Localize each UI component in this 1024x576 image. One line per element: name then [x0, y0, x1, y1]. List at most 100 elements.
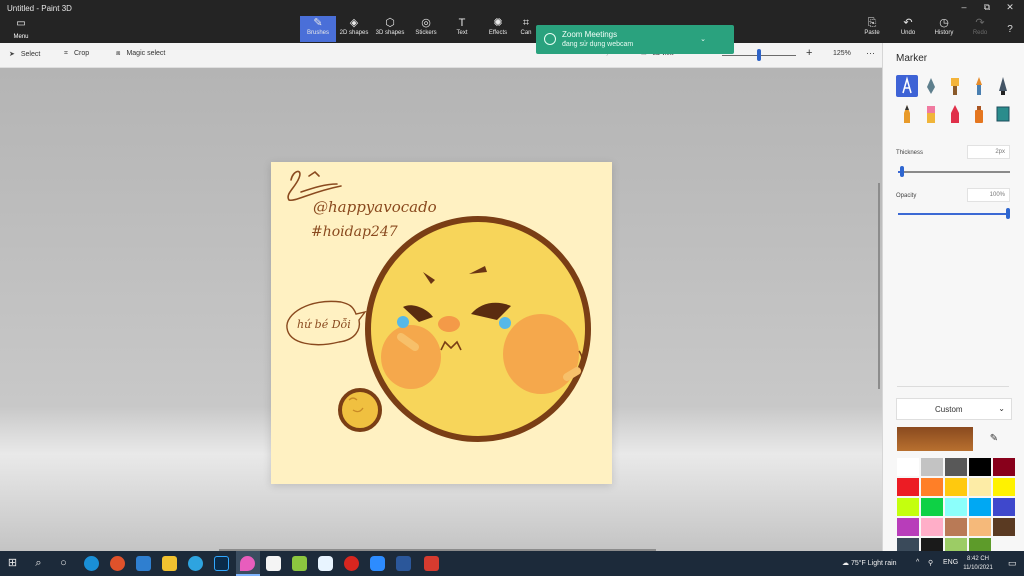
color-swatch[interactable]: [969, 518, 991, 536]
select-button[interactable]: ➤ Select: [9, 50, 40, 58]
color-swatch[interactable]: [945, 518, 967, 536]
snipping-tool-icon[interactable]: [424, 556, 439, 571]
tab-stickers[interactable]: ◎ Stickers: [408, 16, 444, 42]
fill-bucket-brush[interactable]: [992, 103, 1014, 125]
chevron-down-icon[interactable]: ⌄: [700, 35, 706, 43]
tab-brushes[interactable]: ✎ Brushes: [300, 16, 336, 42]
shapes-2d-icon: ◈: [349, 17, 359, 29]
zalo-icon[interactable]: [318, 556, 333, 571]
brush-panel: Marker Thickness 2px Opacity 100% Custom…: [882, 43, 1024, 556]
clock-time: 8:42 CH: [966, 556, 989, 562]
file-explorer-icon[interactable]: [162, 556, 177, 571]
eyedropper-icon[interactable]: ✎: [980, 429, 1008, 449]
paste-button[interactable]: ⎘ Paste: [854, 16, 890, 42]
undo-button[interactable]: ↶ Undo: [890, 16, 926, 42]
tray-expand-icon[interactable]: ^: [916, 559, 919, 566]
language-indicator[interactable]: ENG: [943, 559, 958, 566]
eraser-brush[interactable]: [920, 103, 942, 125]
current-color-swatch[interactable]: [897, 427, 973, 451]
opacity-label: Opacity: [896, 193, 917, 199]
color-swatch[interactable]: [993, 458, 1015, 476]
restore-button[interactable]: ⧉: [977, 2, 997, 13]
tab-2d-shapes[interactable]: ◈ 2D shapes: [336, 16, 372, 42]
history-button[interactable]: ◷ History: [926, 16, 962, 42]
color-swatch[interactable]: [969, 498, 991, 516]
notepad-icon[interactable]: [266, 556, 281, 571]
photoshop-icon[interactable]: [214, 556, 229, 571]
color-swatch[interactable]: [897, 498, 919, 516]
shapes-3d-icon: ⬡: [385, 17, 395, 29]
color-swatch[interactable]: [993, 478, 1015, 496]
help-icon[interactable]: ?: [1000, 24, 1020, 35]
watercolor-brush[interactable]: [968, 75, 990, 97]
notification-icon[interactable]: ▭: [1008, 558, 1017, 569]
camtasia-icon[interactable]: [292, 556, 307, 571]
color-swatch[interactable]: [969, 478, 991, 496]
menu-button[interactable]: ▭ Menu: [6, 18, 36, 40]
opacity-slider[interactable]: [898, 213, 1010, 215]
zoom-level[interactable]: 125%: [833, 50, 851, 57]
color-swatch[interactable]: [945, 498, 967, 516]
canvas-toolbar: ➤Select ⌗Crop ⧈Magic select ◌Mixed reali…: [0, 43, 882, 68]
color-swatch[interactable]: [921, 478, 943, 496]
tab-effects[interactable]: ✺ Effects: [480, 16, 516, 42]
color-swatch[interactable]: [897, 518, 919, 536]
network-icon[interactable]: ⚲: [928, 559, 933, 567]
task-view-icon[interactable]: ○: [56, 556, 71, 571]
redo-button[interactable]: ↷ Redo: [962, 16, 998, 42]
magic-select-button[interactable]: ⧈ Magic select: [116, 50, 165, 58]
thickness-slider-thumb[interactable]: [900, 166, 905, 177]
zoom-icon[interactable]: [370, 556, 385, 571]
calligraphy-pen-brush[interactable]: [920, 75, 942, 97]
minimize-button[interactable]: –: [954, 2, 974, 12]
crop-icon: ⌗: [64, 50, 68, 57]
color-swatch[interactable]: [897, 458, 919, 476]
vertical-scrollbar[interactable]: [878, 183, 880, 389]
color-swatch[interactable]: [969, 458, 991, 476]
tab-3d-shapes[interactable]: ⬡ 3D shapes: [372, 16, 408, 42]
paint-3d-icon[interactable]: [240, 556, 255, 571]
color-swatch[interactable]: [921, 458, 943, 476]
color-swatch[interactable]: [921, 498, 943, 516]
clock[interactable]: 8:42 CH 11/10/2021: [958, 555, 998, 573]
opacity-slider-thumb[interactable]: [1006, 208, 1010, 219]
thickness-field[interactable]: 2px: [967, 145, 1010, 159]
edge-icon[interactable]: [84, 556, 99, 571]
more-options-button[interactable]: ···: [866, 48, 875, 58]
color-swatch[interactable]: [945, 458, 967, 476]
drawing-canvas[interactable]: @happyavocado #hoidap247 hứ bé Dỗi: [271, 162, 612, 484]
pixel-pen-brush[interactable]: [992, 75, 1014, 97]
color-swatch[interactable]: [897, 478, 919, 496]
color-swatch[interactable]: [921, 518, 943, 536]
oil-brush[interactable]: [944, 75, 966, 97]
zoom-slider-thumb[interactable]: [757, 49, 761, 61]
zoom-in-button[interactable]: +: [806, 47, 812, 59]
opera-icon[interactable]: [344, 556, 359, 571]
word-icon[interactable]: [396, 556, 411, 571]
opacity-field[interactable]: 100%: [967, 188, 1010, 202]
color-swatch[interactable]: [993, 498, 1015, 516]
mail-icon[interactable]: [136, 556, 151, 571]
crop-button[interactable]: ⌗ Crop: [64, 50, 89, 58]
zoom-webcam-notification[interactable]: Zoom Meetings đang sử dụng webcam ⌄: [536, 25, 734, 54]
marker-icon: [902, 76, 912, 94]
tab-text[interactable]: T Text: [444, 16, 480, 42]
tab-canvas[interactable]: ⌗ Can: [516, 16, 536, 42]
start-icon[interactable]: ⊞: [5, 556, 20, 571]
color-swatch[interactable]: [993, 518, 1015, 536]
weather-widget[interactable]: ☁ 75°F Light rain: [842, 559, 897, 567]
search-icon[interactable]: ⌕: [31, 556, 46, 571]
crayon-brush[interactable]: [944, 103, 966, 125]
pencil-brush[interactable]: [896, 103, 918, 125]
undo-icon: ↶: [903, 17, 913, 29]
color-swatch[interactable]: [945, 478, 967, 496]
telegram-icon[interactable]: [188, 556, 203, 571]
marker-brush[interactable]: [896, 75, 918, 97]
close-button[interactable]: ✕: [1000, 2, 1020, 13]
firefox-icon[interactable]: [110, 556, 125, 571]
color-mode-dropdown[interactable]: Custom ⌄: [896, 398, 1012, 420]
eraser-icon: [927, 106, 935, 123]
color-palette: [897, 458, 1015, 556]
thickness-slider[interactable]: [898, 171, 1010, 173]
spray-can-brush[interactable]: [968, 103, 990, 125]
